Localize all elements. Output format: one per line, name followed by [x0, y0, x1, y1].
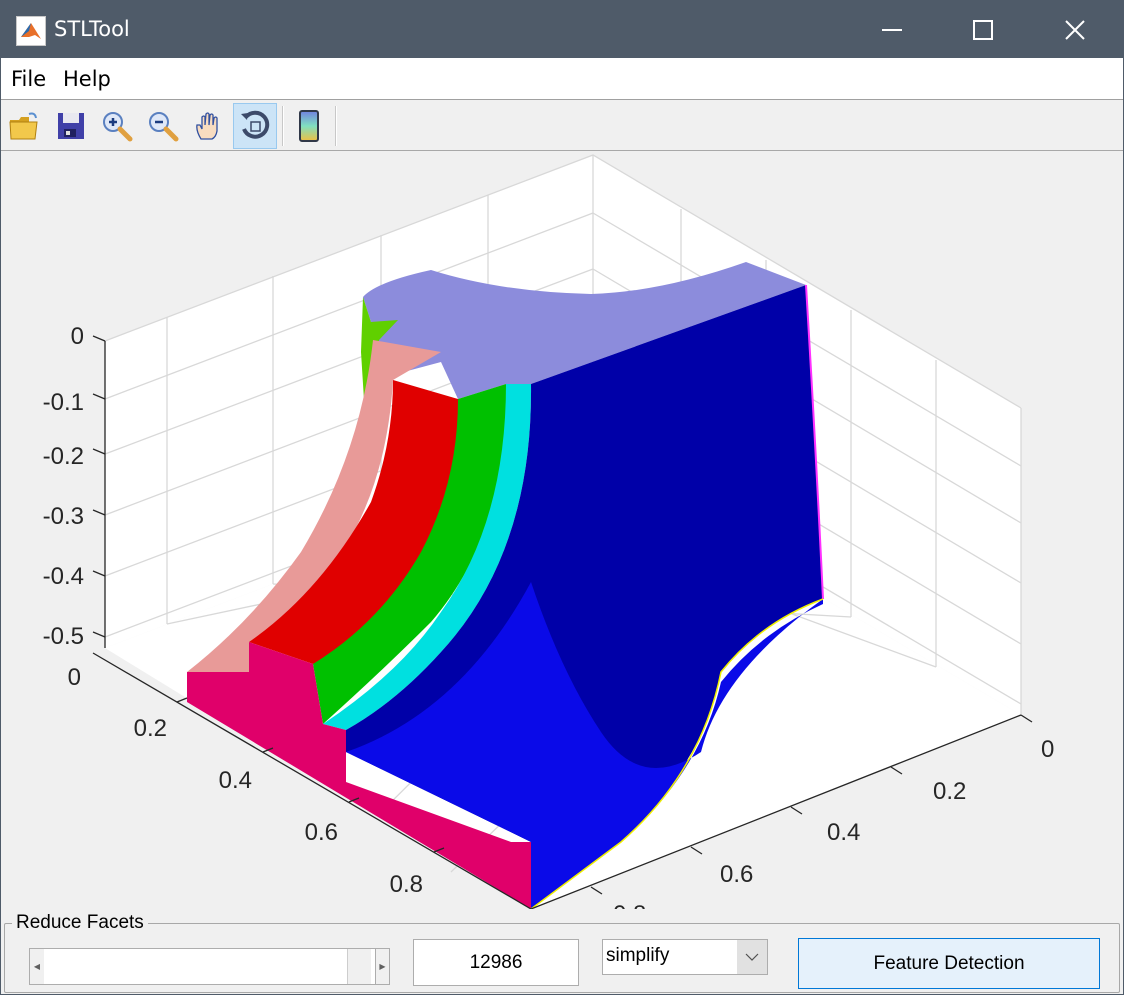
- stltool-window: STLTool File Help 0 -0.1 -0.2 -0.3 -0.4 …: [1, 1, 1123, 994]
- maximize-icon: [973, 19, 993, 40]
- menu-bar: File Help: [1, 58, 1123, 100]
- toolbar-separator: [282, 106, 284, 146]
- save-button[interactable]: [49, 103, 93, 149]
- slider-right-arrow[interactable]: ▶: [375, 949, 389, 984]
- z-tick-label: 0: [71, 323, 84, 350]
- colorbar-icon: [299, 110, 319, 142]
- axes-3d[interactable]: 0 -0.1 -0.2 -0.3 -0.4 -0.5 0 0.2 0.4 0.6…: [1, 152, 1123, 909]
- slider-left-arrow[interactable]: ◀: [30, 949, 44, 984]
- y-tick-label: 0.6: [720, 861, 753, 888]
- z-tick-label: -0.5: [43, 623, 84, 650]
- colorbar-button[interactable]: [287, 103, 331, 149]
- y-tick-label: 0.4: [827, 819, 860, 846]
- open-button[interactable]: [2, 103, 46, 149]
- y-tick-label: 0: [1041, 736, 1054, 763]
- pan-hand-icon: [196, 112, 218, 140]
- menu-help[interactable]: Help: [63, 67, 111, 91]
- zoom-in-button[interactable]: [95, 103, 139, 149]
- slider-thumb[interactable]: [347, 949, 371, 984]
- plot-area[interactable]: 0 -0.1 -0.2 -0.3 -0.4 -0.5 0 0.2 0.4 0.6…: [1, 152, 1123, 909]
- title-bar: STLTool: [1, 1, 1123, 58]
- z-tick-label: -0.2: [43, 443, 84, 470]
- x-tick-label: 0: [68, 664, 81, 691]
- toolbar: [1, 101, 1123, 151]
- z-tick-label: -0.3: [43, 503, 84, 530]
- matlab-logo-icon: [16, 16, 46, 46]
- zoom-in-icon: [103, 112, 133, 142]
- minimize-button[interactable]: [847, 1, 939, 58]
- z-tick-label: -0.4: [43, 563, 84, 590]
- rotate-3d-icon: [241, 110, 270, 139]
- close-icon: [1065, 19, 1085, 40]
- rotate-3d-button[interactable]: [233, 103, 277, 149]
- x-tick-label: 0.2: [134, 715, 167, 742]
- y-tick-label: 0.8: [613, 901, 646, 909]
- method-selected-value: simplify: [606, 945, 670, 966]
- x-tick-label: 0.4: [219, 767, 252, 794]
- y-tick-label: 0.2: [933, 778, 966, 805]
- feature-detection-button[interactable]: Feature Detection: [798, 938, 1100, 989]
- zoom-out-button[interactable]: [141, 103, 185, 149]
- window-title: STLTool: [54, 17, 130, 41]
- method-select[interactable]: simplify: [602, 939, 768, 975]
- panel-title: Reduce Facets: [12, 912, 148, 934]
- zoom-out-icon: [149, 112, 179, 142]
- toolbar-separator: [335, 106, 337, 146]
- open-folder-icon: [9, 112, 38, 140]
- z-axis-tick-labels: 0 -0.1 -0.2 -0.3 -0.4 -0.5: [43, 323, 84, 650]
- z-tick-label: -0.1: [43, 389, 84, 416]
- menu-file[interactable]: File: [11, 67, 46, 91]
- x-tick-label: 0.6: [305, 819, 338, 846]
- reduce-facets-slider[interactable]: ◀ ▶: [29, 948, 390, 985]
- maximize-button[interactable]: [937, 1, 1029, 58]
- pan-button[interactable]: [187, 103, 231, 149]
- dropdown-button[interactable]: [737, 940, 767, 974]
- reduce-facets-panel: Reduce Facets ◀ ▶ 12986 simplify Feature…: [4, 912, 1120, 993]
- save-disk-icon: [58, 113, 84, 139]
- minimize-icon: [882, 28, 902, 31]
- facet-count-field[interactable]: 12986: [413, 939, 579, 986]
- close-button[interactable]: [1029, 1, 1121, 58]
- chevron-down-icon: [745, 953, 759, 961]
- x-tick-label: 0.8: [390, 871, 423, 898]
